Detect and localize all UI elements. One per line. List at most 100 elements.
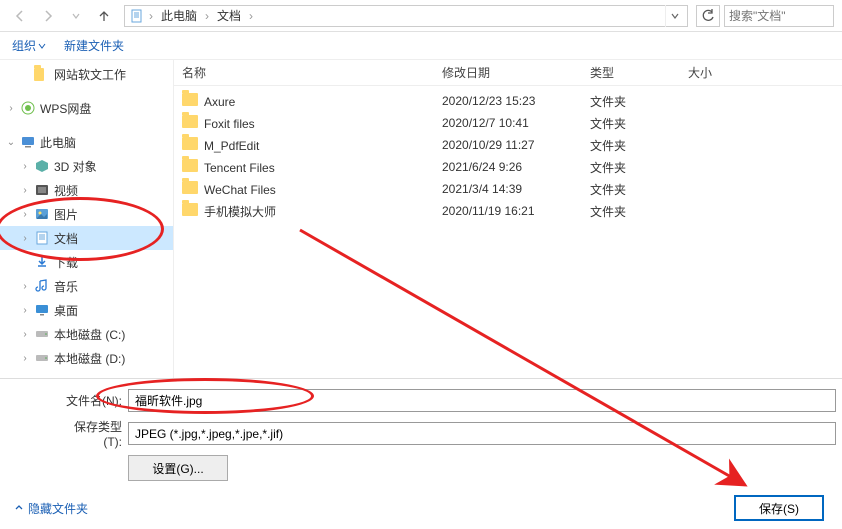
- new-folder-button[interactable]: 新建文件夹: [64, 37, 124, 54]
- pc-icon: [20, 134, 36, 150]
- main-area: 网站软文工作›WPS网盘⌄此电脑›3D 对象›视频›图片›文档下载›音乐›桌面›…: [0, 60, 842, 378]
- file-date: 2020/11/19 16:21: [434, 204, 582, 218]
- sidebar-item-1[interactable]: › WPS网盘: [0, 96, 173, 120]
- wps-icon: [20, 100, 36, 116]
- chevron-icon: ›: [20, 161, 30, 172]
- filetype-label: 保存类型(T):: [56, 418, 128, 449]
- chevron-icon: ›: [20, 353, 30, 364]
- folder-icon: [182, 93, 198, 106]
- file-date: 2020/12/23 15:23: [434, 94, 582, 108]
- sidebar-item-10[interactable]: ›本地磁盘 (C:): [0, 322, 173, 346]
- search-input[interactable]: [724, 5, 834, 27]
- file-date: 2020/12/7 10:41: [434, 116, 582, 130]
- sidebar-item-label: 本地磁盘 (C:): [54, 326, 125, 343]
- folder-icon: [182, 115, 198, 128]
- pic-icon: [34, 206, 50, 222]
- file-date: 2020/10/29 11:27: [434, 138, 582, 152]
- hide-folders-link[interactable]: 隐藏文件夹: [14, 500, 88, 517]
- chevron-right-icon: ›: [247, 9, 255, 23]
- toolbar: 组织 新建文件夹: [0, 32, 842, 60]
- file-name: 手机模拟大师: [204, 205, 276, 219]
- filename-input[interactable]: [128, 389, 836, 412]
- file-row[interactable]: M_PdfEdit 2020/10/29 11:27文件夹: [174, 134, 842, 156]
- file-row[interactable]: 手机模拟大师 2020/11/19 16:21文件夹: [174, 200, 842, 222]
- sidebar-item-label: 桌面: [54, 302, 78, 319]
- file-name: Tencent Files: [204, 161, 275, 175]
- 3d-icon: [34, 158, 50, 174]
- chevron-icon: ›: [20, 305, 30, 316]
- refresh-button[interactable]: [696, 5, 720, 27]
- up-button[interactable]: [92, 4, 116, 28]
- file-name: Axure: [204, 95, 235, 109]
- sidebar-item-0[interactable]: 网站软文工作: [0, 62, 173, 86]
- sidebar-item-9[interactable]: › 桌面: [0, 298, 173, 322]
- save-form: 文件名(N): 保存类型(T): 设置(G)... 隐藏文件夹 保存(S): [0, 378, 842, 529]
- disk-icon: [34, 326, 50, 342]
- file-date: 2021/3/4 14:39: [434, 182, 582, 196]
- disk-icon: [34, 350, 50, 366]
- sidebar-item-11[interactable]: › 本地磁盘 (D:): [0, 346, 173, 370]
- address-bar: › 此电脑 › 文档 ›: [0, 0, 842, 32]
- file-date: 2021/6/24 9:26: [434, 160, 582, 174]
- sidebar-item-3[interactable]: › 3D 对象: [0, 154, 173, 178]
- col-name[interactable]: 名称: [174, 64, 434, 81]
- folder-icon: [34, 66, 50, 82]
- sidebar-item-label: 3D 对象: [54, 158, 97, 175]
- doc-icon: [129, 8, 145, 24]
- back-button[interactable]: [8, 4, 32, 28]
- file-type: 文件夹: [582, 159, 680, 176]
- forward-button[interactable]: [36, 4, 60, 28]
- sidebar-item-label: WPS网盘: [40, 100, 91, 117]
- folder-icon: [182, 137, 198, 150]
- music-icon: [34, 278, 50, 294]
- sidebar-item-7[interactable]: 下载: [0, 250, 173, 274]
- file-type: 文件夹: [582, 93, 680, 110]
- chevron-right-icon: ›: [203, 9, 211, 23]
- dl-icon: [34, 254, 50, 270]
- file-row[interactable]: WeChat Files2021/3/4 14:39文件夹: [174, 178, 842, 200]
- file-type: 文件夹: [582, 137, 680, 154]
- organize-label: 组织: [12, 37, 36, 54]
- chevron-icon: ›: [20, 185, 30, 196]
- crumb-docs[interactable]: 文档: [213, 7, 245, 24]
- file-name: M_PdfEdit: [204, 139, 259, 153]
- col-date[interactable]: 修改日期: [434, 64, 582, 81]
- chevron-icon: ›: [20, 209, 30, 220]
- sidebar-item-8[interactable]: › 音乐: [0, 274, 173, 298]
- breadcrumb[interactable]: › 此电脑 › 文档 ›: [124, 5, 688, 27]
- sidebar-item-4[interactable]: ›视频: [0, 178, 173, 202]
- file-type: 文件夹: [582, 203, 680, 220]
- col-size[interactable]: 大小: [680, 64, 750, 81]
- file-row[interactable]: Tencent Files 2021/6/24 9:26文件夹: [174, 156, 842, 178]
- chevron-right-icon: ›: [147, 9, 155, 23]
- doc-icon: [34, 230, 50, 246]
- save-button[interactable]: 保存(S): [734, 495, 824, 521]
- hide-folders-label: 隐藏文件夹: [28, 500, 88, 517]
- sidebar-item-label: 下载: [54, 254, 78, 271]
- sidebar-item-label: 音乐: [54, 278, 78, 295]
- file-name: Foxit files: [204, 117, 255, 131]
- sidebar-item-label: 文档: [54, 230, 78, 247]
- file-row[interactable]: Foxit files 2020/12/7 10:41文件夹: [174, 112, 842, 134]
- chevron-icon: ›: [20, 233, 30, 244]
- col-type[interactable]: 类型: [582, 64, 680, 81]
- recent-dropdown[interactable]: [64, 4, 88, 28]
- crumb-pc[interactable]: 此电脑: [157, 7, 201, 24]
- folder-icon: [182, 159, 198, 172]
- settings-button[interactable]: 设置(G)...: [128, 455, 228, 481]
- video-icon: [34, 182, 50, 198]
- file-row[interactable]: Axure 2020/12/23 15:23文件夹: [174, 90, 842, 112]
- column-headers: 名称 修改日期 类型 大小: [174, 60, 842, 86]
- sidebar-item-6[interactable]: › 文档: [0, 226, 173, 250]
- sidebar-item-2[interactable]: ⌄此电脑: [0, 130, 173, 154]
- filetype-select[interactable]: [128, 422, 836, 445]
- file-type: 文件夹: [582, 181, 680, 198]
- chevron-icon: ›: [6, 103, 16, 114]
- breadcrumb-dropdown[interactable]: [665, 5, 683, 27]
- chevron-icon: ›: [20, 281, 30, 292]
- file-type: 文件夹: [582, 115, 680, 132]
- organize-menu[interactable]: 组织: [12, 37, 46, 54]
- sidebar-item-5[interactable]: ›图片: [0, 202, 173, 226]
- sidebar-item-label: 网站软文工作: [54, 66, 126, 83]
- sidebar-item-label: 本地磁盘 (D:): [54, 350, 125, 367]
